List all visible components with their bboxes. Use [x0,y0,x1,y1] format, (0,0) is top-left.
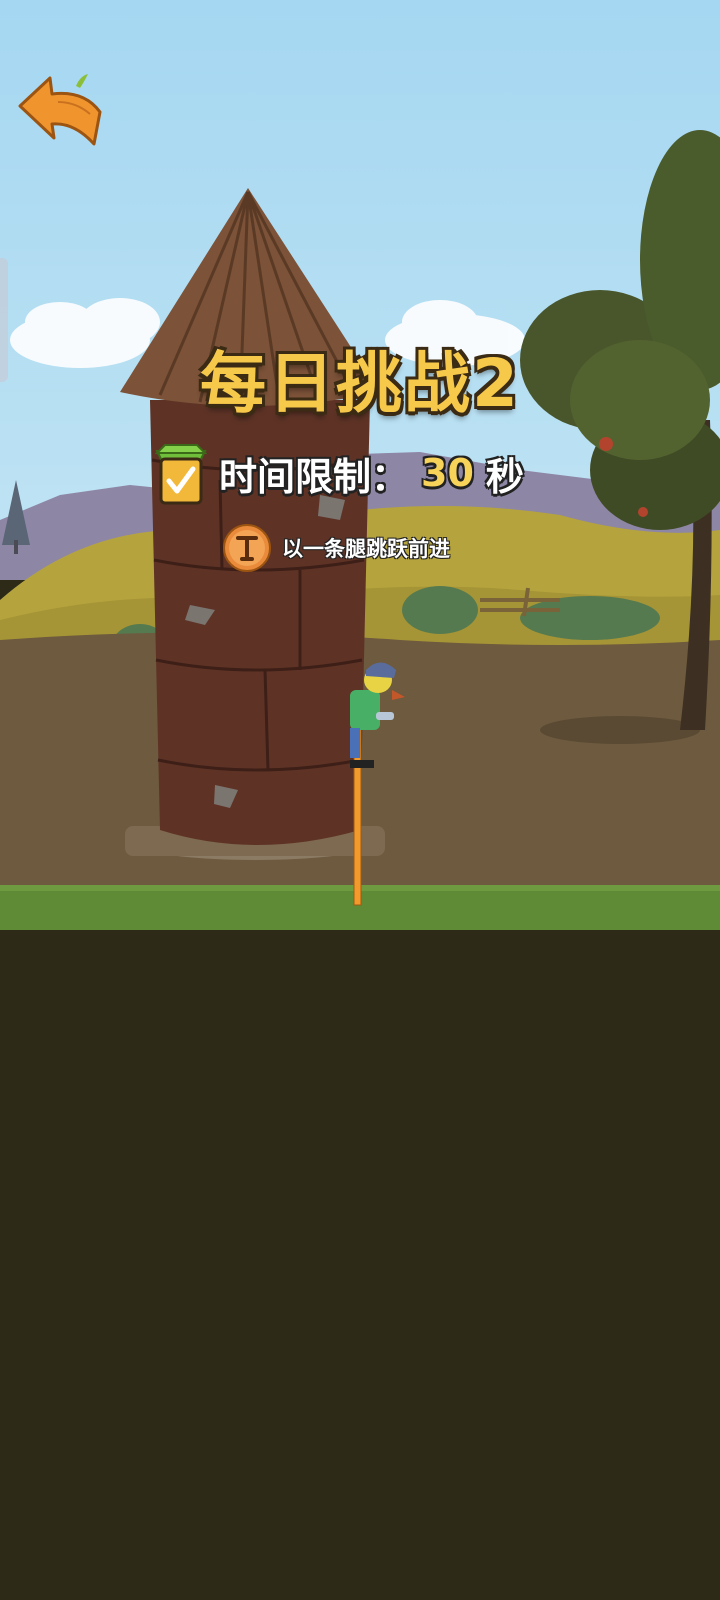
pogo-stick-coin-icon [223,524,271,572]
back-arrow-sign-icon [18,74,102,146]
rule-text: 以一条腿跳跃前进 [282,537,450,561]
back-button[interactable] [14,72,104,154]
challenge-title: 每日挑战2 [200,345,520,422]
time-limit-row: 时间限制： 30 秒 [155,440,524,506]
time-limit-unit: 秒 [485,454,524,499]
bush [402,586,478,634]
time-limit-label: 时间限制： [219,454,410,499]
underground-area [0,930,720,1600]
time-limit-value: 30 [421,451,474,495]
rule-row: 以一条腿跳跃前进 [222,522,450,574]
checklist-notepad-icon [155,444,207,505]
